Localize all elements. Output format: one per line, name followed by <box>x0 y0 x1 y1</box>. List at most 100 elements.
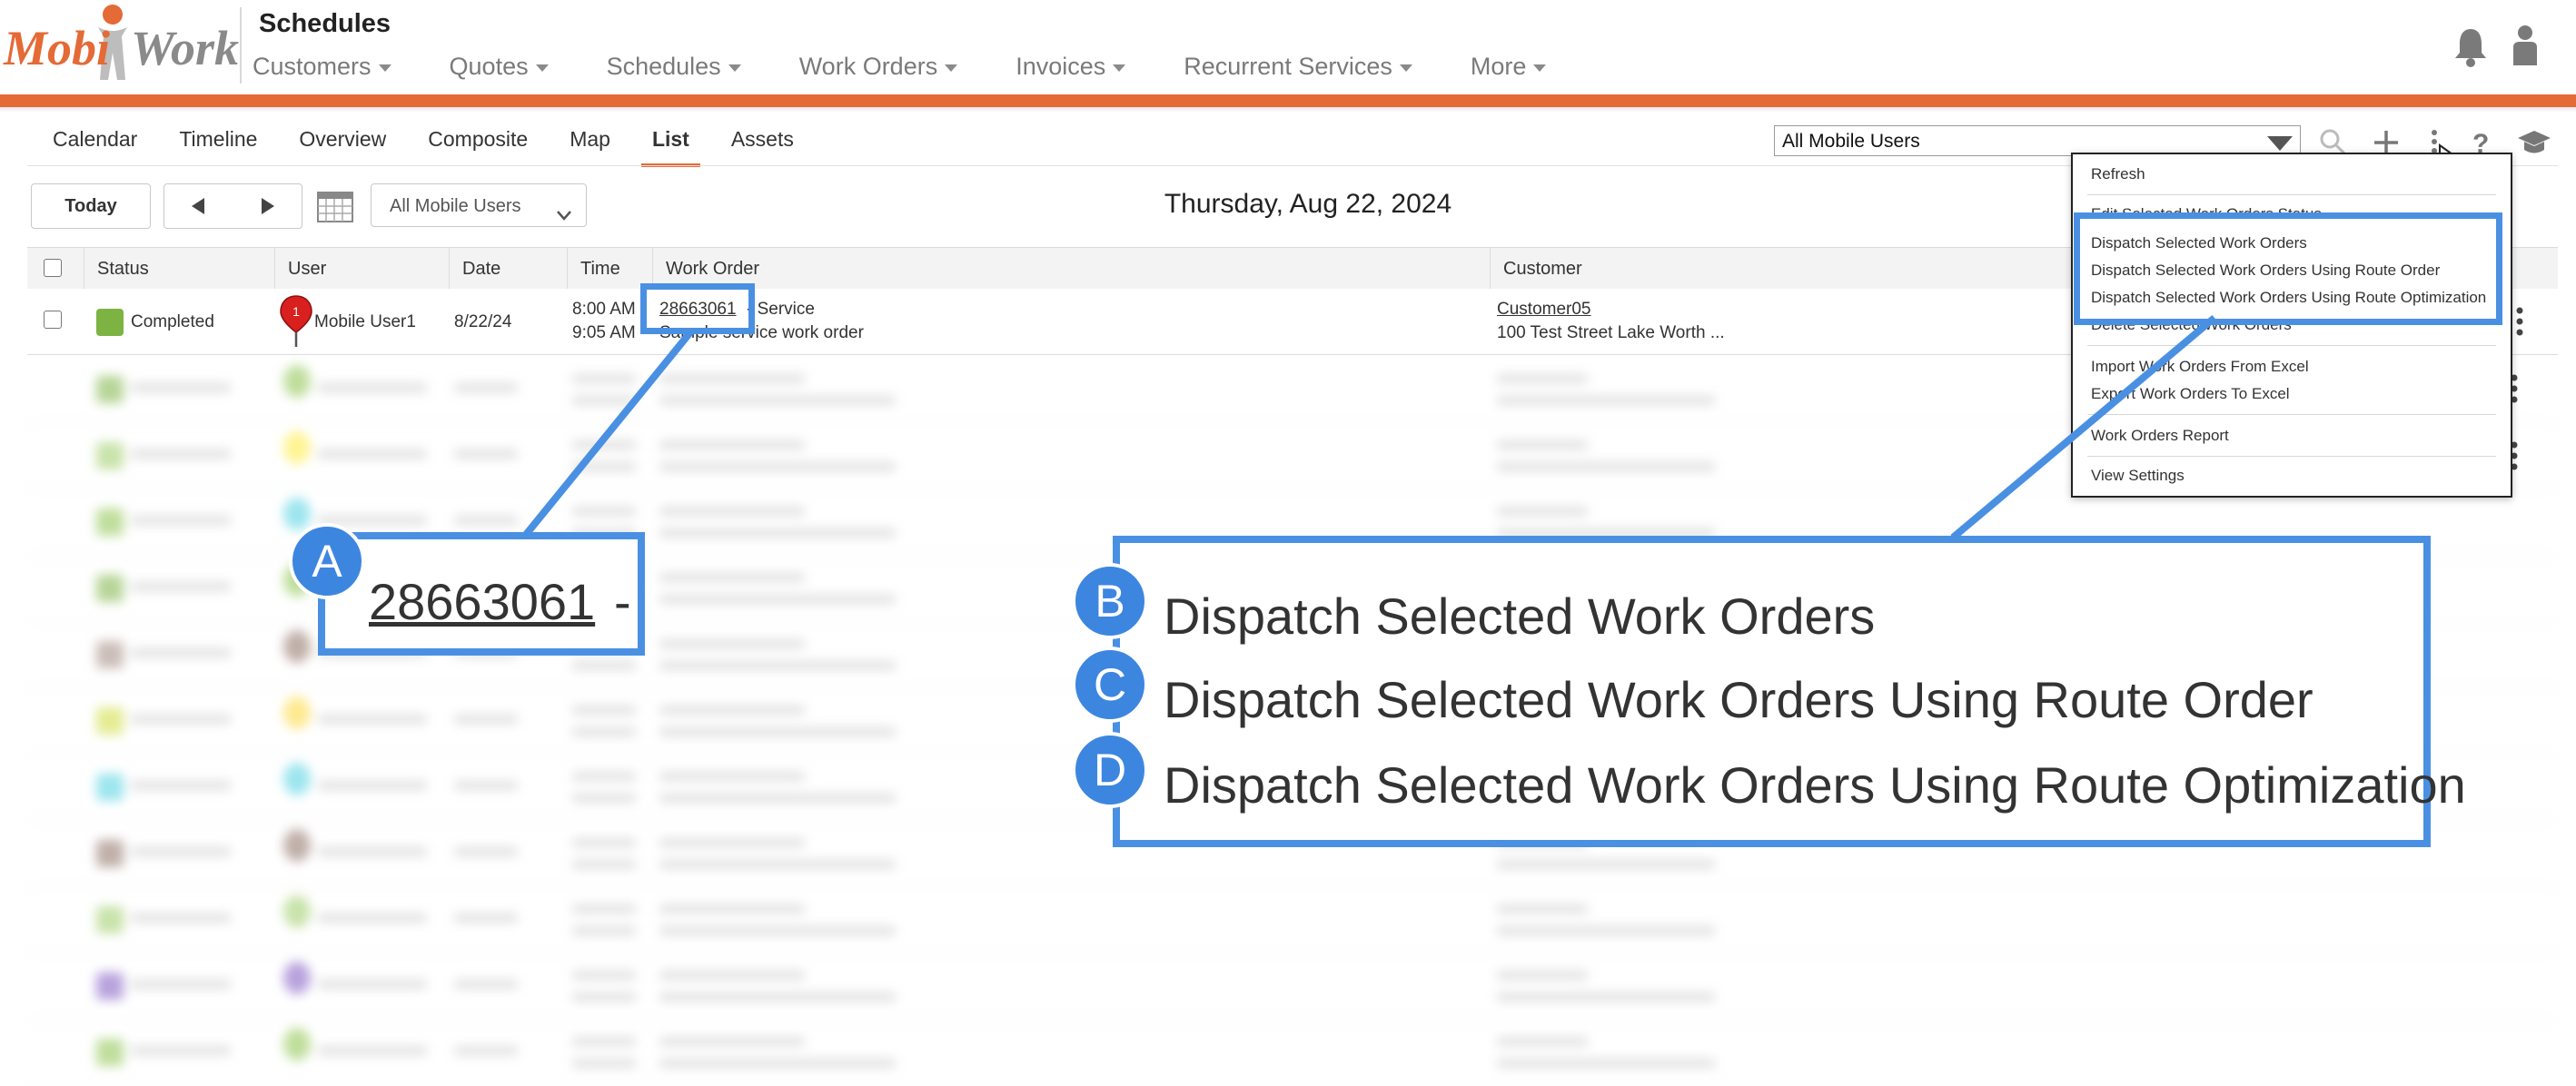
blurred-text <box>1497 396 1715 405</box>
header-divider <box>240 7 242 84</box>
blurred-text <box>454 383 518 392</box>
blurred-text <box>572 374 636 383</box>
row-checkbox[interactable] <box>44 311 62 329</box>
blurred-row <box>27 1019 2558 1086</box>
previous-day-button[interactable] <box>163 183 234 229</box>
callout-d-text: Dispatch Selected Work Orders Using Rout… <box>1164 756 2466 814</box>
top-navigation: Customers Quotes Schedules Work Orders I… <box>253 53 1604 85</box>
tab-list[interactable]: List <box>640 127 700 167</box>
calendar-icon[interactable] <box>316 189 354 228</box>
triangle-down-icon <box>2267 136 2293 151</box>
tab-calendar[interactable]: Calendar <box>53 127 137 163</box>
blurred-text <box>659 595 896 604</box>
column-header-date[interactable]: Date <box>449 248 567 290</box>
triangle-right-icon <box>262 198 274 214</box>
accent-bar <box>0 94 2576 107</box>
nav-quotes[interactable]: Quotes <box>450 53 549 85</box>
blurred-text <box>572 1059 636 1068</box>
blurred-text <box>1497 507 1588 516</box>
blurred-pin <box>283 895 311 928</box>
tab-composite[interactable]: Composite <box>428 127 528 163</box>
blurred-text <box>1497 992 1715 1002</box>
bell-icon[interactable] <box>2452 25 2489 72</box>
tab-map[interactable]: Map <box>570 127 610 163</box>
blurred-pin <box>283 431 311 464</box>
tab-timeline[interactable]: Timeline <box>179 127 257 163</box>
view-tabs: Calendar Timeline Overview Composite Map… <box>53 127 836 167</box>
today-button[interactable]: Today <box>31 183 151 229</box>
blurred-text <box>131 516 231 525</box>
app-header: Mobi Work Schedules Customers Quotes Sch… <box>0 0 2576 94</box>
user-name: Mobile User1 <box>314 312 416 331</box>
menu-item-work-orders-report[interactable]: Work Orders Report <box>2091 427 2229 445</box>
nav-more[interactable]: More <box>1471 53 1547 85</box>
blurred-text <box>659 772 805 781</box>
blurred-text <box>659 838 805 847</box>
blurred-text <box>659 860 896 869</box>
tab-overview[interactable]: Overview <box>299 127 386 163</box>
blurred-text <box>659 462 896 471</box>
nav-schedules[interactable]: Schedules <box>607 53 741 85</box>
graduation-cap-icon[interactable] <box>2516 127 2552 163</box>
mobile-user-select[interactable]: All Mobile Users <box>1774 125 2301 156</box>
highlight-work-order-link <box>640 283 755 334</box>
nav-work-orders[interactable]: Work Orders <box>799 53 958 85</box>
menu-item-import-excel[interactable]: Import Work Orders From Excel <box>2091 358 2309 376</box>
user-filter-value: All Mobile Users <box>390 196 521 216</box>
blurred-text <box>318 449 427 459</box>
caret-down-icon <box>945 64 958 72</box>
column-header-user[interactable]: User <box>274 248 449 290</box>
actions-dropdown-menu: Refresh Edit Selected Work Orders Status… <box>2071 153 2512 498</box>
blurred-text <box>572 661 636 670</box>
blurred-text <box>454 516 518 525</box>
column-header-time[interactable]: Time <box>567 248 652 290</box>
blurred-text <box>1497 440 1588 449</box>
accent-bar-shadow <box>0 107 2576 113</box>
blurred-status-swatch <box>96 376 124 403</box>
blurred-text <box>572 992 636 1002</box>
user-filter-select[interactable]: All Mobile Users <box>371 183 587 227</box>
current-date-title: Thursday, Aug 22, 2024 <box>1164 189 1452 219</box>
mobiwork-logo[interactable]: Mobi Work <box>4 2 239 85</box>
blurred-text <box>1497 1059 1715 1068</box>
menu-item-export-excel[interactable]: Export Work Orders To Excel <box>2091 385 2290 403</box>
next-day-button[interactable] <box>233 183 302 229</box>
blurred-status-swatch <box>96 641 124 668</box>
blurred-status-swatch <box>96 442 124 469</box>
page-title: Schedules <box>259 9 391 38</box>
blurred-text <box>454 715 518 724</box>
column-header-work-order[interactable]: Work Order <box>652 248 1490 290</box>
nav-invoices[interactable]: Invoices <box>1016 53 1126 85</box>
blurred-text <box>454 847 518 856</box>
caret-down-icon <box>1113 64 1126 72</box>
customer-link[interactable]: Customer05 <box>1497 300 1591 320</box>
menu-divider <box>2087 194 2496 195</box>
blurred-text <box>318 1046 427 1055</box>
blurred-pin <box>283 498 311 530</box>
menu-item-view-settings[interactable]: View Settings <box>2091 467 2185 485</box>
tab-assets[interactable]: Assets <box>731 127 794 163</box>
nav-recurrent-services[interactable]: Recurrent Services <box>1184 53 1412 85</box>
blurred-row <box>27 886 2558 953</box>
blurred-text <box>318 913 427 923</box>
caret-down-icon <box>535 64 549 72</box>
time-start: 8:00 AM <box>572 300 636 319</box>
map-pin-number: 1 <box>292 304 300 319</box>
person-icon[interactable] <box>2509 24 2541 72</box>
caret-down-icon <box>1533 64 1547 72</box>
column-header-status[interactable]: Status <box>84 248 274 290</box>
callout-a-zoom: 28663061 - <box>318 532 645 656</box>
work-date: 8/22/24 <box>454 312 512 331</box>
row-more-icon[interactable] <box>2514 305 2525 342</box>
work-order-type: - Service <box>747 300 815 319</box>
blurred-text <box>131 449 231 459</box>
select-all-checkbox[interactable] <box>44 259 62 277</box>
blurred-pin <box>283 365 311 398</box>
blurred-text <box>572 794 636 803</box>
blurred-text <box>659 396 896 405</box>
caret-down-icon <box>378 64 391 72</box>
nav-customers[interactable]: Customers <box>253 53 391 85</box>
blurred-text <box>454 913 518 923</box>
blurred-text <box>659 440 805 449</box>
menu-item-refresh[interactable]: Refresh <box>2091 165 2145 183</box>
